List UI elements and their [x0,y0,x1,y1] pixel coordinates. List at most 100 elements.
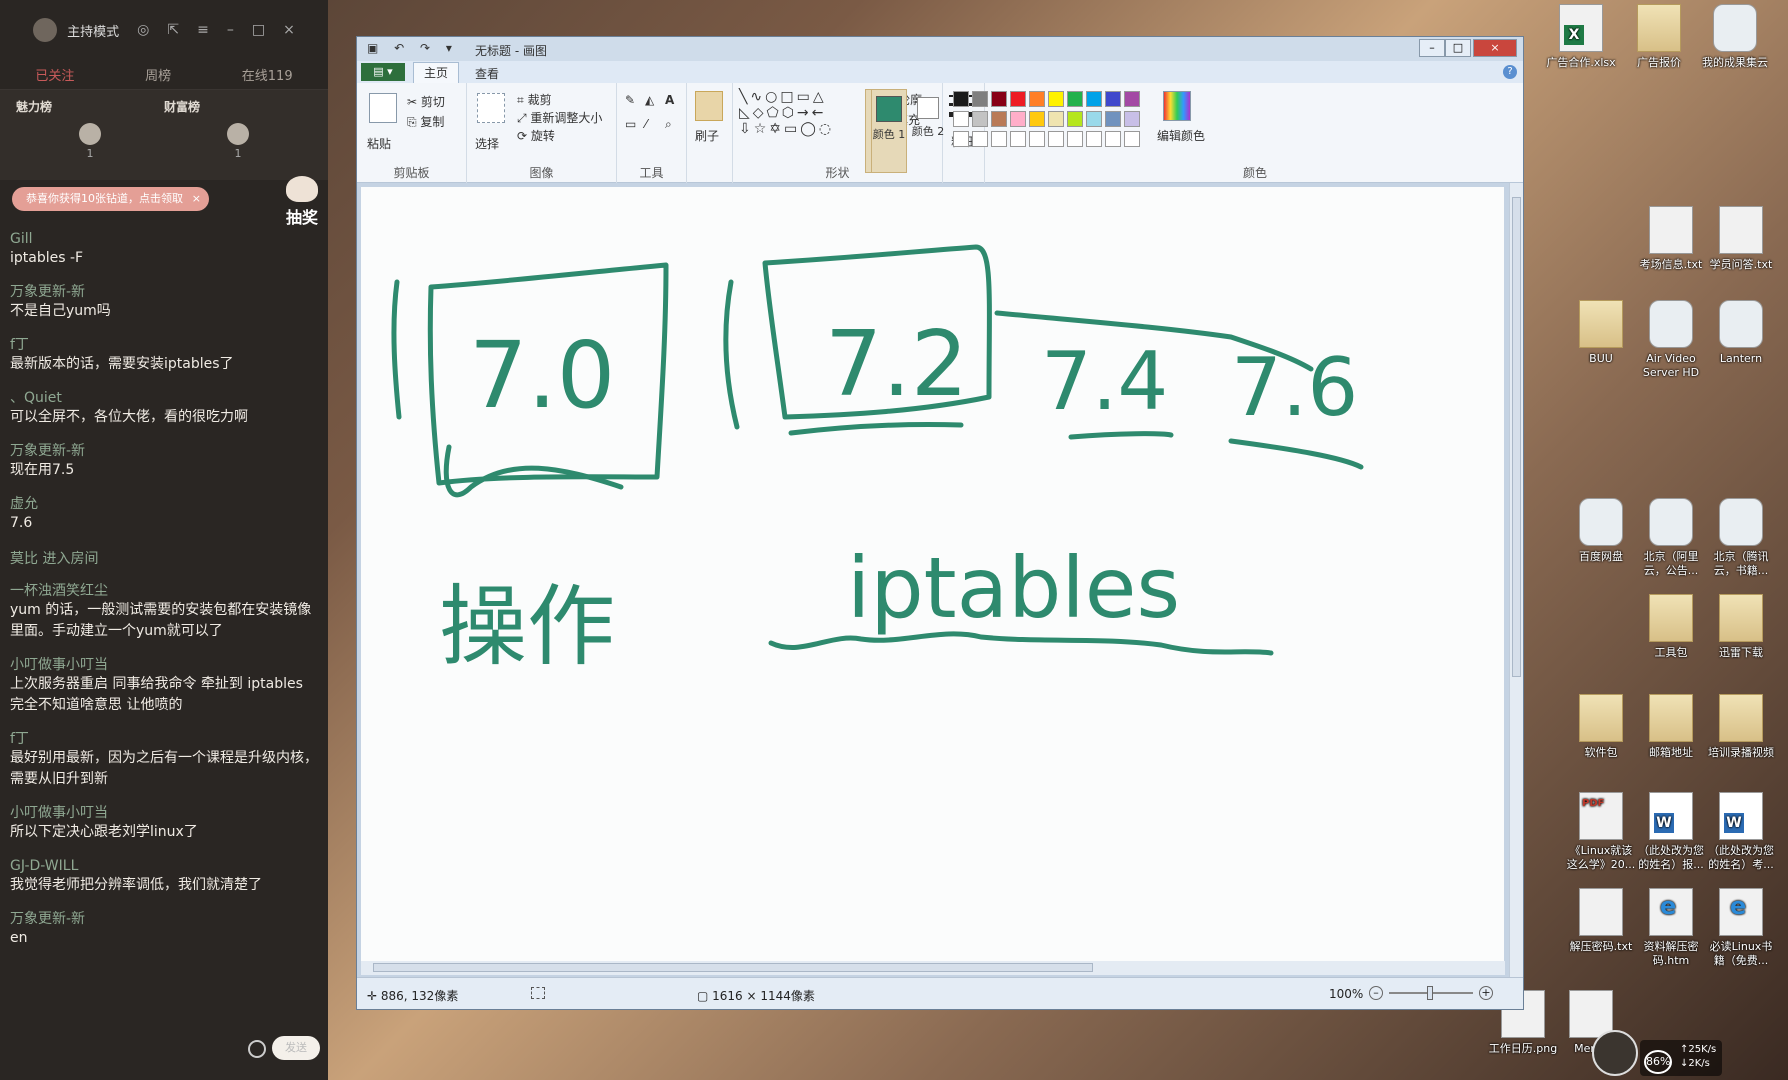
paint-maximize-button[interactable]: □ [1445,39,1471,57]
horizontal-scroll-thumb[interactable] [373,963,1093,972]
popout-icon[interactable]: ⇱ [167,22,179,38]
palette-swatch-empty[interactable] [953,131,969,147]
desktop-icon[interactable]: （此处改为您的姓名）报... [1636,792,1706,872]
edit-colors-button[interactable]: 编辑颜色 [1157,127,1205,144]
file-menu-button[interactable]: ▤ ▾ [361,63,405,81]
pencil-icon[interactable]: ✎ [625,93,635,107]
quick-access-toolbar[interactable]: ▣ ↶ ↷ ▾ [367,41,458,55]
color-picker-icon[interactable]: ⁄ [645,117,647,131]
chat-username[interactable]: f丁 [10,336,320,354]
desktop-icon[interactable]: 学员问答.txt [1706,206,1776,272]
select-button[interactable]: 选择 [475,135,499,152]
desktop-icon[interactable]: Air Video Server HD [1636,300,1706,380]
drawing-canvas[interactable]: 7.0 7.2 7.4 7.6 操作 iptables [361,187,1504,967]
palette-swatch[interactable] [1048,91,1064,107]
chat-username[interactable]: 小叮做事小叮当 [10,804,320,822]
palette-swatch-empty[interactable] [1010,131,1026,147]
zoom-in-button[interactable]: + [1479,986,1493,1000]
paint-minimize-button[interactable]: – [1419,39,1445,57]
desktop-icon[interactable]: 解压密码.txt [1566,888,1636,954]
palette-swatch-empty[interactable] [1086,131,1102,147]
paste-button[interactable]: 粘贴 [367,135,391,152]
palette-swatch[interactable] [1010,111,1026,127]
chat-username[interactable]: 、Quiet [10,389,320,407]
chat-username[interactable]: 万象更新-新 [10,442,320,460]
shapes-gallery[interactable]: ╲∿○□▭△ ◺◇⬠⬡→← ⇩☆✡▭◯◌ [739,89,834,137]
text-tool-icon[interactable]: A [665,93,674,107]
magnifier-icon[interactable]: ⌕ [665,117,672,132]
tab-followed[interactable]: 已关注 [35,65,74,84]
tab-home[interactable]: 主页 [413,62,460,83]
chat-username[interactable]: 小叮做事小叮当 [10,656,320,674]
zoom-slider-thumb[interactable] [1427,986,1433,1000]
desktop-icon[interactable]: 北京（腾讯云，书籍... [1706,498,1776,578]
menu-icon[interactable]: ≡ [197,22,209,38]
palette-swatch-empty[interactable] [991,131,1007,147]
paint-close-button[interactable]: × [1473,39,1517,57]
desktop-icon[interactable]: 北京（阿里云，公告... [1636,498,1706,578]
chat-username[interactable]: 虚允 [10,495,320,513]
select-icon[interactable] [477,93,505,123]
desktop-icon[interactable]: 我的成果集云 [1700,4,1770,70]
palette-swatch[interactable] [1029,111,1045,127]
crop-button[interactable]: ⌗ 裁剪 [517,91,552,108]
send-button[interactable]: 发送 [272,1036,320,1060]
palette-swatch-empty[interactable] [972,131,988,147]
zoom-out-button[interactable]: – [1369,986,1383,1000]
chat-username[interactable]: 万象更新-新 [10,283,320,301]
desktop-icon[interactable]: 必读Linux书籍（免费... [1706,888,1776,968]
palette-swatch[interactable] [1086,111,1102,127]
palette-swatch[interactable] [991,111,1007,127]
color1-selector[interactable]: 颜色 1 [871,89,907,173]
chat-username[interactable]: GJ-D-WILL [10,857,320,875]
palette-swatch[interactable] [991,91,1007,107]
palette-swatch[interactable] [1124,111,1140,127]
network-speed-widget[interactable]: 86% ↑25K/s ↓2K/s [1640,1040,1722,1076]
palette-swatch-empty[interactable] [1124,131,1140,147]
chat-username[interactable]: f丁 [10,730,320,748]
resize-button[interactable]: ⤢ 重新调整大小 [517,109,602,126]
vertical-scroll-thumb[interactable] [1512,197,1521,677]
desktop-icon[interactable]: 工具包 [1636,594,1706,660]
copy-button[interactable]: ⎘ 复制 [407,113,444,130]
cut-button[interactable]: ✂ 剪切 [407,93,445,110]
palette-swatch[interactable] [953,91,969,107]
palette-swatch[interactable] [972,111,988,127]
presenter-avatar[interactable] [1592,1030,1638,1076]
desktop-icon[interactable]: 广告合作.xlsx [1546,4,1616,70]
desktop-icon[interactable]: Lantern [1706,300,1776,366]
lottery-button[interactable]: 抽奖 [280,176,324,227]
help-icon[interactable]: ? [1503,65,1517,79]
palette-swatch[interactable] [972,91,988,107]
chat-username[interactable]: 一杯浊酒笑红尘 [10,582,320,600]
palette-swatch-empty[interactable] [1048,131,1064,147]
palette-swatch[interactable] [1067,91,1083,107]
palette-swatch-empty[interactable] [1067,131,1083,147]
palette-swatch-empty[interactable] [1029,131,1045,147]
horizontal-scrollbar[interactable] [361,961,1505,975]
paste-icon[interactable] [369,93,397,123]
eraser-icon[interactable]: ▭ [625,117,636,131]
edit-colors-icon[interactable] [1163,91,1191,121]
color2-selector[interactable]: 颜色 2 [911,89,945,173]
settings-icon[interactable]: ◎ [137,22,149,38]
palette-swatch[interactable] [1067,111,1083,127]
palette-swatch[interactable] [1105,91,1121,107]
palette-swatch[interactable] [1086,91,1102,107]
palette-swatch-empty[interactable] [1105,131,1121,147]
desktop-icon[interactable]: （此处改为您的姓名）考... [1706,792,1776,872]
wealth-rank-avatar[interactable] [227,123,249,145]
maximize-icon[interactable]: □ [252,22,265,38]
close-icon[interactable]: × [283,22,295,38]
desktop-icon[interactable]: 广告报价 [1624,4,1694,70]
fill-bucket-icon[interactable]: ◭ [645,93,654,107]
vertical-scrollbar[interactable] [1509,183,1523,977]
palette-swatch[interactable] [1124,91,1140,107]
desktop-icon[interactable]: 迅雷下载 [1706,594,1776,660]
desktop-icon[interactable]: 软件包 [1566,694,1636,760]
palette-swatch[interactable] [1010,91,1026,107]
brushes-button[interactable]: 刷子 [695,127,719,144]
desktop-icon[interactable]: BUU [1566,300,1636,366]
tab-view[interactable]: 查看 [475,65,499,82]
notice-close-icon[interactable]: × [192,187,201,211]
